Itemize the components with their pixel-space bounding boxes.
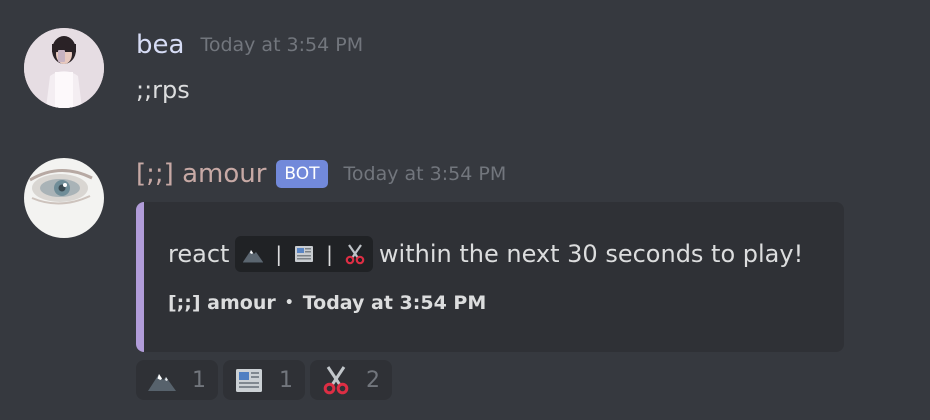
timestamp: Today at 3:54 PM (343, 163, 507, 185)
bot-badge: BOT (276, 160, 328, 188)
reaction-rock[interactable]: 1 (136, 360, 218, 400)
reaction-paper[interactable]: 1 (223, 360, 305, 400)
embed: react | | within the next 30 seconds to … (136, 202, 844, 352)
embed-footer-author: [;;] amour (168, 292, 276, 314)
rock-mountain-icon (241, 242, 265, 266)
scissors-icon (320, 364, 352, 396)
username[interactable]: [;;] amour (136, 159, 266, 189)
username[interactable]: bea (136, 30, 184, 60)
avatar-bea-image (24, 28, 104, 108)
reactions: 1 1 2 (136, 360, 392, 400)
inline-code-emojis: | | (235, 236, 373, 272)
separator: | (275, 242, 283, 266)
reaction-scissors[interactable]: 2 (310, 360, 392, 400)
scissors-icon (343, 242, 367, 266)
newspaper-icon (233, 364, 265, 396)
embed-footer: [;;] amour • Today at 3:54 PM (168, 292, 486, 314)
embed-footer-time: Today at 3:54 PM (302, 292, 487, 314)
separator: | (326, 242, 333, 266)
avatar-bea[interactable] (24, 28, 104, 108)
embed-desc-suffix: within the next 30 seconds to play! (378, 240, 804, 268)
message-text: ;;rps (136, 76, 190, 104)
avatar-amour-image (24, 158, 104, 238)
rock-mountain-icon (146, 364, 178, 396)
chat-area: bea Today at 3:54 PM ;;rps [;;] amour BO… (0, 0, 930, 420)
avatar-amour[interactable] (24, 158, 104, 238)
footer-separator: • (284, 295, 294, 311)
embed-accent-bar (136, 202, 144, 352)
embed-desc-prefix: react (168, 240, 230, 268)
reaction-count: 1 (279, 367, 293, 393)
reaction-count: 1 (192, 367, 206, 393)
reaction-count: 2 (366, 367, 380, 393)
timestamp: Today at 3:54 PM (200, 34, 364, 56)
newspaper-icon (292, 242, 316, 266)
embed-description: react | | within the next 30 seconds to … (168, 236, 803, 272)
